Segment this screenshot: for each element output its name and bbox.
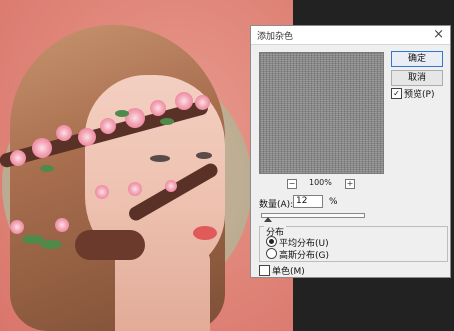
photo-blossom [175,92,193,110]
photo-branch-ring [75,230,145,260]
amount-slider-track[interactable] [261,213,365,218]
distribution-group: 分布 平均分布(U) 高斯分布(G) [259,225,448,262]
photo-leaf [160,118,174,125]
preview-checkbox-label: 预览(P) [404,90,435,100]
zoom-in-button[interactable]: + [345,179,355,189]
monochromatic-checkbox-label: 单色(M) [272,267,305,277]
photo-blossom [10,150,26,166]
photo-blossom [78,128,96,146]
preview-checkbox[interactable]: ✓ 预览(P) [391,87,447,101]
photo-blossom [95,185,109,199]
radio-uniform[interactable]: 平均分布(U) [266,236,386,249]
photo-leaf [40,240,62,249]
amount-row: 数量(A): 12 % [259,195,449,211]
ok-button[interactable]: 确定 [391,51,443,67]
add-noise-dialog: 添加杂色 × − 100% + 确定 取消 ✓ 预览(P) 数量(A): 12 … [250,25,451,278]
noise-preview[interactable] [259,52,384,174]
close-icon[interactable]: × [433,27,444,42]
amount-label: 数量(A): [259,200,294,210]
photo-lips [193,226,217,240]
radio-uniform-button[interactable] [266,236,277,247]
cancel-button[interactable]: 取消 [391,70,443,86]
monochromatic-checkbox-box[interactable] [259,265,270,276]
radio-gaussian-label: 高斯分布(G) [279,251,329,261]
checkmark-icon[interactable]: ✓ [391,88,402,99]
photo-blossom [165,180,177,192]
monochromatic-checkbox[interactable]: 单色(M) [259,264,339,277]
photo-blossom [55,218,69,232]
photo-blossom [10,220,24,234]
amount-input[interactable]: 12 [293,195,323,208]
photo-blossom [128,182,142,196]
photo-eye-right [196,152,212,159]
photo-blossom [32,138,52,158]
amount-slider[interactable] [261,213,365,222]
photo-blossom [150,100,166,116]
dialog-titlebar[interactable]: 添加杂色 × [251,26,450,45]
photo-blossom [195,95,210,110]
zoom-out-button[interactable]: − [287,179,297,189]
preview-zoom-controls: − 100% + [287,178,357,190]
amount-unit: % [329,197,338,207]
radio-gaussian[interactable]: 高斯分布(G) [266,248,386,261]
photo-neck [115,250,210,331]
amount-slider-thumb[interactable] [263,217,272,222]
photo-blossom [56,125,72,141]
radio-gaussian-button[interactable] [266,248,277,259]
dialog-title: 添加杂色 [257,32,294,42]
photo-blossom [100,118,116,134]
photo-eye-left [150,155,170,162]
photo-leaf [115,110,129,117]
photo-leaf [40,165,54,172]
zoom-level: 100% [309,178,332,187]
